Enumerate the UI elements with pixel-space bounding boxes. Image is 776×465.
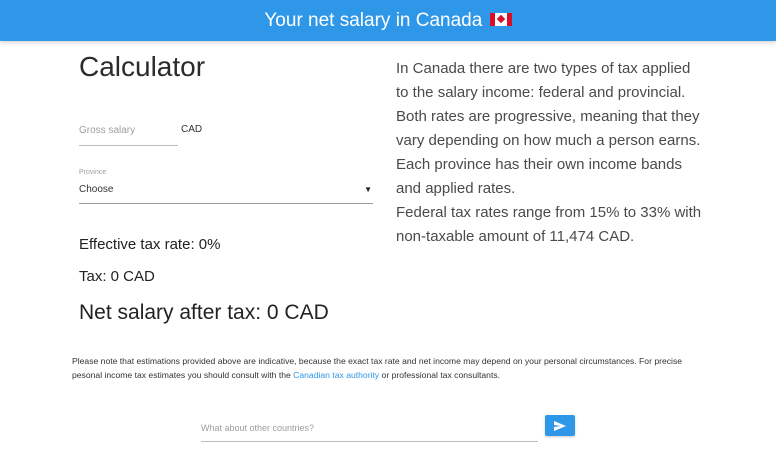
app-title: Your net salary in Canada (264, 10, 483, 31)
province-label: Province (79, 169, 107, 176)
calculator-title: Calculator (79, 51, 206, 82)
effective-tax-rate: Effective tax rate: 0% (79, 236, 221, 253)
app-header: Your net salary in Canada (0, 0, 776, 41)
gross-salary-placeholder: Gross salary (79, 125, 136, 136)
canada-flag-icon (489, 12, 512, 26)
gross-salary-input[interactable]: Gross salary (79, 116, 178, 146)
send-arrow-icon (554, 420, 566, 431)
currency-label: CAD (181, 124, 203, 135)
tax-authority-link[interactable]: Canadian tax authority (293, 370, 379, 380)
federal-tax-info: Federal tax rates range from 15% to 33% … (396, 204, 702, 245)
tax-info: In Canada there are two types of tax app… (396, 57, 706, 249)
tax-info-text: In Canada there are two types of tax app… (396, 60, 701, 197)
disclaimer-note: Please note that estimations provided ab… (72, 354, 712, 382)
send-button[interactable] (545, 415, 575, 436)
tax-amount: Tax: 0 CAD (79, 268, 155, 285)
chevron-down-icon: ▼ (364, 185, 372, 194)
other-countries-input[interactable]: What about other countries? (201, 418, 538, 442)
disclaimer-text-end: or professional tax consultants. (379, 370, 501, 380)
province-select[interactable]: Choose ▼ (79, 180, 373, 204)
net-salary: Net salary after tax: 0 CAD (79, 301, 329, 324)
other-countries-placeholder: What about other countries? (201, 423, 315, 433)
province-selected-value: Choose (79, 184, 114, 195)
